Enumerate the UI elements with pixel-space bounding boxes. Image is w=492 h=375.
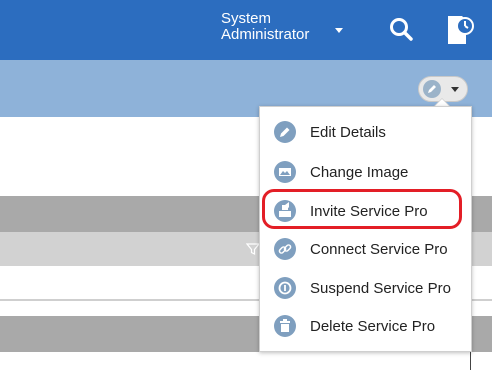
user-menu[interactable]: System Administrator xyxy=(221,11,309,43)
trash-icon xyxy=(274,315,296,337)
user-name-line2: Administrator xyxy=(221,26,310,43)
chevron-down-icon xyxy=(451,87,459,92)
menu-item-suspend-service-pro[interactable]: Suspend Service Pro xyxy=(274,275,469,301)
suspend-icon xyxy=(274,277,296,299)
image-icon xyxy=(274,161,296,183)
divider xyxy=(470,352,471,370)
menu-item-label: Edit Details xyxy=(310,123,386,141)
dropdown-pointer xyxy=(434,98,450,106)
menu-item-delete-service-pro[interactable]: Delete Service Pro xyxy=(274,313,469,339)
actions-dropdown-menu: Edit Details Change Image Invite Service… xyxy=(259,106,472,352)
highlight-annotation xyxy=(262,189,462,229)
menu-item-change-image[interactable]: Change Image xyxy=(274,159,469,185)
user-name-line1: System xyxy=(221,10,272,27)
search-icon[interactable] xyxy=(388,16,414,42)
menu-item-label: Delete Service Pro xyxy=(310,317,436,335)
notifications-icon[interactable] xyxy=(440,12,476,48)
edit-icon xyxy=(274,121,296,143)
link-icon xyxy=(274,238,296,260)
menu-item-connect-service-pro[interactable]: Connect Service Pro xyxy=(274,236,469,262)
chevron-down-icon[interactable] xyxy=(335,28,343,33)
top-navigation-bar: System Administrator xyxy=(0,0,492,60)
menu-item-label: Change Image xyxy=(310,163,409,181)
menu-item-label: Suspend Service Pro xyxy=(310,279,451,297)
menu-item-label: Connect Service Pro xyxy=(310,240,448,258)
menu-item-edit-details[interactable]: Edit Details xyxy=(274,119,469,145)
pencil-icon xyxy=(423,80,441,98)
filter-icon[interactable] xyxy=(246,242,260,256)
